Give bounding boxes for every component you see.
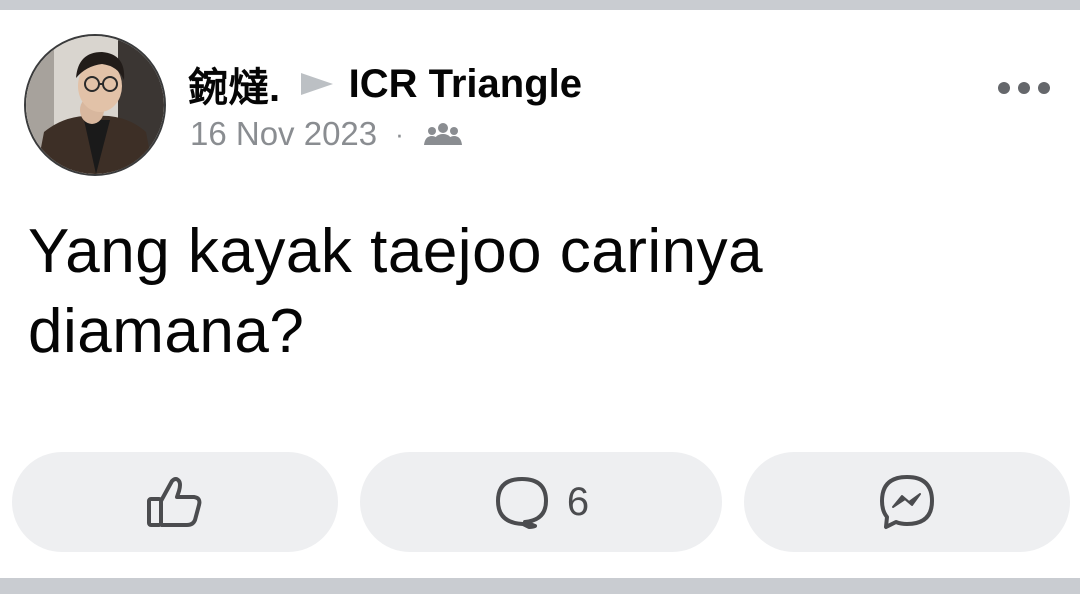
comment-count: 6	[566, 479, 590, 524]
group-name[interactable]: ICR Triangle	[349, 62, 582, 107]
post-meta: 16 Nov 2023 ·	[190, 114, 462, 154]
meta-separator: ·	[395, 118, 404, 149]
post-body: Yang kayak taejoo carinya diamana?	[28, 212, 1048, 372]
more-icon	[998, 82, 1050, 94]
messenger-icon	[880, 475, 934, 529]
shared-to-arrow-icon	[299, 71, 335, 97]
messenger-share-button[interactable]	[744, 452, 1070, 552]
thumbs-up-icon	[147, 477, 202, 527]
group-icon	[423, 121, 462, 147]
post-text-line: Yang kayak taejoo carinya	[28, 217, 764, 286]
post-date[interactable]: 16 Nov 2023	[190, 115, 377, 153]
like-button[interactable]	[12, 452, 338, 552]
author-name[interactable]: 鋺燵.	[188, 55, 281, 113]
post-header: 鋺燵. ICR Triangle	[188, 60, 582, 111]
bottom-divider	[0, 578, 1080, 594]
author-avatar[interactable]	[24, 34, 166, 176]
top-divider	[0, 0, 1080, 10]
comment-bubble-icon	[495, 477, 548, 529]
more-options-button[interactable]	[994, 72, 1054, 104]
post-text-line: diamana?	[28, 297, 305, 366]
comment-button[interactable]: 6	[360, 452, 722, 552]
